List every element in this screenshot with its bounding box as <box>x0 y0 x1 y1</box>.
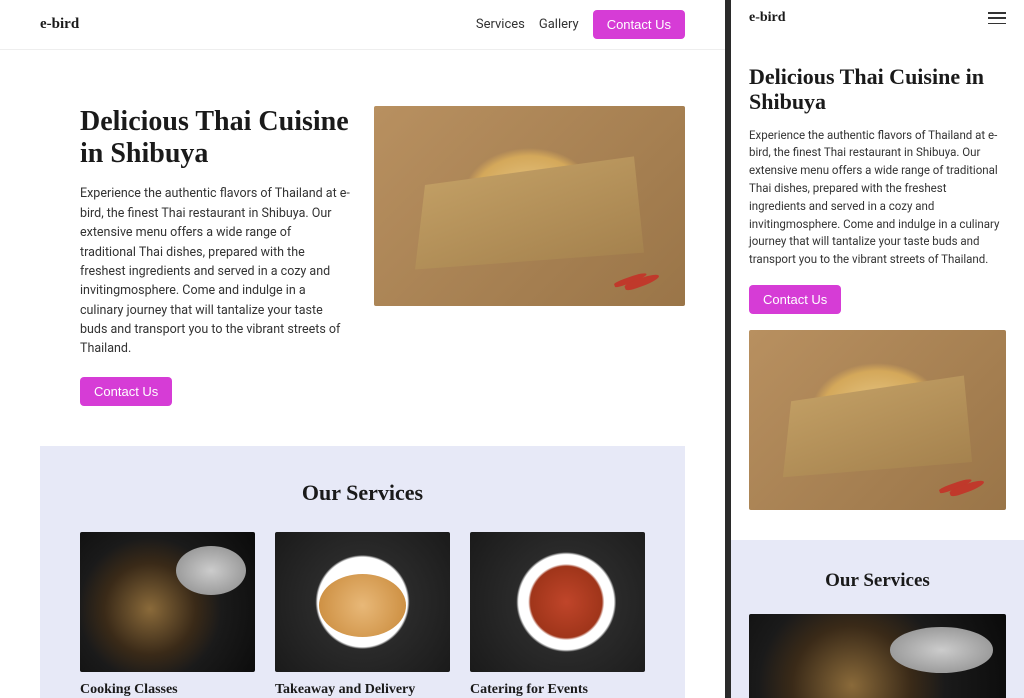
mobile-hero-title: Delicious Thai Cuisine in Shibuya <box>749 64 1006 115</box>
mobile-hero-description: Experience the authentic flavors of Thai… <box>749 127 1006 270</box>
mobile-preview: e-bird Delicious Thai Cuisine in Shibuya… <box>731 0 1024 698</box>
service-card-image <box>275 532 450 672</box>
hero-title: Delicious Thai Cuisine in Shibuya <box>80 106 350 170</box>
mobile-header: e-bird <box>731 0 1024 34</box>
brand-logo[interactable]: e-bird <box>40 16 79 33</box>
hamburger-menu-icon[interactable] <box>988 12 1006 24</box>
service-card: Cooking Classes Learn the art of Thai co… <box>80 532 255 698</box>
service-card-title: Takeaway and Delivery <box>275 682 450 698</box>
service-card-image <box>80 532 255 672</box>
nav-contact-button[interactable]: Contact Us <box>593 10 685 39</box>
hero-image <box>374 106 685 306</box>
service-card-title: Catering for Events <box>470 682 645 698</box>
services-title: Our Services <box>80 480 645 506</box>
hero-cta-button[interactable]: Contact Us <box>80 377 172 406</box>
nav-gallery[interactable]: Gallery <box>539 17 579 32</box>
header: e-bird Services Gallery Contact Us <box>0 0 725 50</box>
hero-section: Delicious Thai Cuisine in Shibuya Experi… <box>0 50 725 446</box>
services-section: Our Services Cooking Classes Learn the a… <box>40 446 685 698</box>
service-card: Takeaway and Delivery Enjoy the convenie… <box>275 532 450 698</box>
hero-text: Delicious Thai Cuisine in Shibuya Experi… <box>80 106 350 406</box>
hero-description: Experience the authentic flavors of Thai… <box>80 184 350 358</box>
service-card-title: Cooking Classes <box>80 682 255 698</box>
mobile-services-section: Our Services <box>731 540 1024 698</box>
mobile-service-card-image <box>749 614 1006 698</box>
mobile-brand-logo[interactable]: e-bird <box>749 10 786 26</box>
mobile-hero-cta-button[interactable]: Contact Us <box>749 285 841 314</box>
mobile-hero-section: Delicious Thai Cuisine in Shibuya Experi… <box>731 34 1024 510</box>
desktop-preview: e-bird Services Gallery Contact Us Delic… <box>0 0 728 698</box>
nav-services[interactable]: Services <box>476 17 525 32</box>
service-card: Catering for Events Make your next event… <box>470 532 645 698</box>
nav: Services Gallery Contact Us <box>476 10 685 39</box>
service-card-image <box>470 532 645 672</box>
services-cards: Cooking Classes Learn the art of Thai co… <box>80 532 645 698</box>
mobile-services-title: Our Services <box>749 570 1006 592</box>
mobile-hero-image <box>749 330 1006 510</box>
